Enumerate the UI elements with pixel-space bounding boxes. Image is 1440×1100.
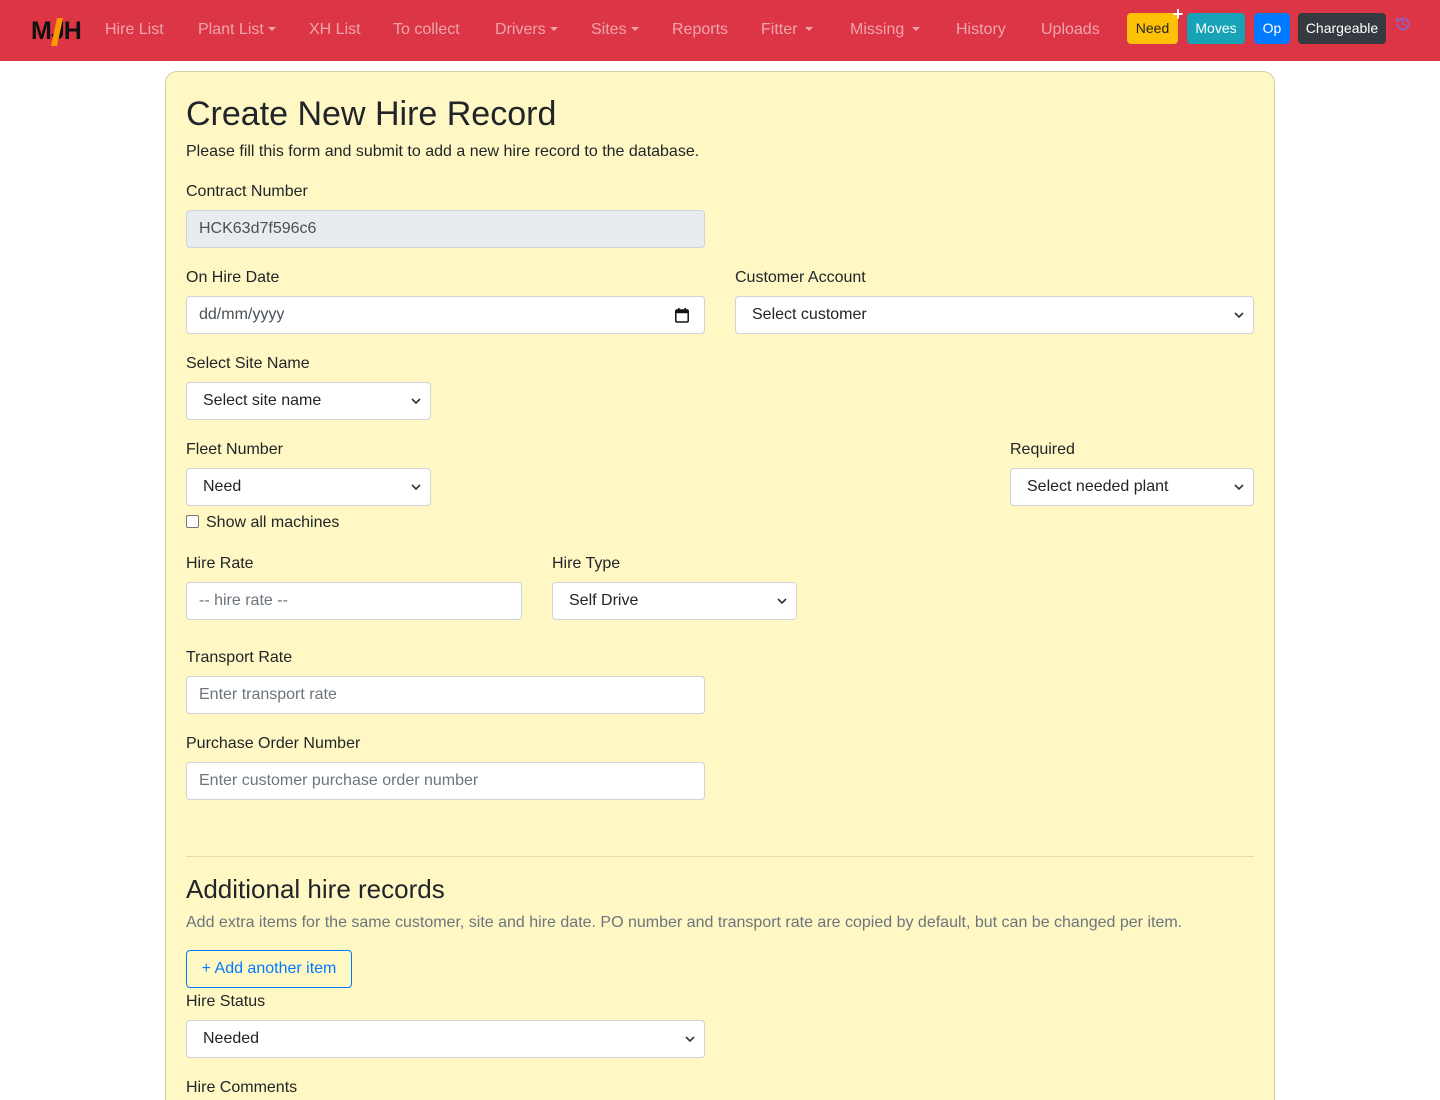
required-plant-select[interactable]: Select needed plant [1010, 468, 1254, 506]
chevron-down-icon [685, 1036, 695, 1043]
customer-account-select[interactable]: Select customer [735, 296, 1254, 334]
nav-reports-label: Reports [672, 21, 729, 38]
brand-logo[interactable]: MJH [30, 12, 84, 48]
nav-uploads-label: Uploads [1041, 21, 1100, 38]
fleet-number-label: Fleet Number [186, 441, 283, 458]
hire-status-selected: Needed [203, 1030, 260, 1047]
contract-number-label: Contract Number [186, 183, 308, 200]
nav-xh-list[interactable]: XH List [309, 20, 361, 40]
nav-plant-list[interactable]: Plant List [198, 20, 276, 40]
nav-to-collect[interactable]: To collect [393, 20, 460, 40]
on-hire-date-label: On Hire Date [186, 269, 280, 286]
section-divider [186, 856, 1254, 857]
hire-form-card: Create New Hire Record Please fill this … [165, 71, 1275, 1100]
calendar-icon[interactable] [675, 308, 689, 323]
nav-fitter-label: Fitter [761, 21, 798, 38]
nav-sites[interactable]: Sites [591, 20, 639, 40]
transport-rate-input[interactable]: Enter transport rate [186, 676, 705, 714]
hire-status-select[interactable]: Needed [186, 1020, 705, 1058]
hire-rate-input[interactable]: -- hire rate -- [186, 582, 522, 620]
hire-rate-label: Hire Rate [186, 555, 254, 572]
transport-rate-label: Transport Rate [186, 649, 293, 666]
plus-icon: + [1172, 4, 1184, 24]
site-name-label: Select Site Name [186, 355, 310, 372]
required-plant-selected: Select needed plant [1027, 478, 1169, 495]
nav-missing-label: Missing [850, 21, 905, 38]
caret-down-icon [805, 27, 814, 31]
nav-hire-list-label: Hire List [105, 21, 164, 38]
nav-drivers-label: Drivers [495, 21, 546, 38]
hire-status-label: Hire Status [186, 993, 266, 1010]
show-all-machines-label[interactable]: Show all machines [206, 513, 339, 533]
show-all-machines-checkbox[interactable] [186, 515, 199, 528]
top-navbar: MJH Hire List Plant List XH List To coll… [0, 0, 1440, 61]
chargeable-button[interactable]: Chargeable [1298, 13, 1386, 44]
additional-records-title: Additional hire records [186, 874, 445, 904]
caret-down-icon [912, 27, 921, 31]
hire-type-select[interactable]: Self Drive [552, 582, 797, 620]
nav-missing[interactable]: Missing [850, 20, 921, 40]
history-icon[interactable] [1394, 15, 1412, 33]
customer-account-label: Customer Account [735, 269, 866, 286]
nav-uploads[interactable]: Uploads [1041, 20, 1100, 40]
hire-type-label: Hire Type [552, 555, 621, 572]
on-hire-date-placeholder: dd/mm/yyyy [199, 306, 285, 323]
site-name-selected: Select site name [203, 392, 322, 409]
chevron-down-icon [411, 398, 421, 405]
customer-account-selected: Select customer [752, 306, 867, 323]
additional-records-description: Add extra items for the same customer, s… [186, 914, 1183, 931]
nav-hire-list[interactable]: Hire List [105, 20, 164, 40]
hire-type-selected: Self Drive [569, 592, 639, 609]
nav-history-label: History [956, 21, 1006, 38]
form-intro: Please fill this form and submit to add … [186, 143, 700, 160]
nav-fitter[interactable]: Fitter [761, 20, 814, 40]
nav-plant-list-label: Plant List [198, 21, 264, 38]
add-another-item-button[interactable]: + Add another item [186, 950, 352, 988]
caret-down-icon [549, 27, 558, 31]
chevron-down-icon [777, 598, 787, 605]
purchase-order-input[interactable]: Enter customer purchase order number [186, 762, 705, 800]
nav-xh-list-label: XH List [309, 21, 361, 38]
chevron-down-icon [1234, 312, 1244, 319]
op-button[interactable]: Op [1254, 13, 1290, 44]
fleet-number-selected: Need [203, 478, 242, 495]
required-label: Required [1010, 441, 1075, 458]
chevron-down-icon [411, 484, 421, 491]
nav-drivers[interactable]: Drivers [495, 20, 558, 40]
nav-sites-label: Sites [591, 21, 627, 38]
chevron-down-icon [1234, 484, 1244, 491]
nav-history[interactable]: History [956, 20, 1006, 40]
purchase-order-label: Purchase Order Number [186, 735, 361, 752]
fleet-number-select[interactable]: Need [186, 468, 431, 506]
hire-comments-label: Hire Comments [186, 1079, 298, 1096]
nav-reports[interactable]: Reports [672, 20, 728, 40]
caret-down-icon [267, 27, 276, 31]
moves-button[interactable]: Moves [1187, 13, 1245, 44]
nav-to-collect-label: To collect [393, 21, 460, 38]
site-name-select[interactable]: Select site name [186, 382, 431, 420]
page-title: Create New Hire Record [186, 95, 557, 133]
on-hire-date-input[interactable]: dd/mm/yyyy [186, 296, 705, 334]
contract-number-field: HCK63d7f596c6 [186, 210, 705, 248]
caret-down-icon [630, 27, 639, 31]
